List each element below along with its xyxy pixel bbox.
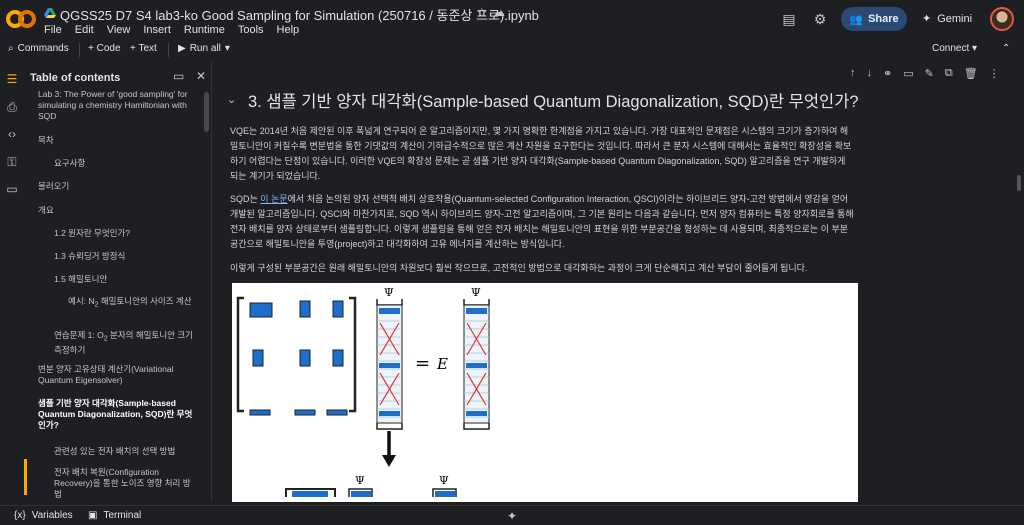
menu-edit[interactable]: Edit [75,24,94,36]
toolbar-divider [79,43,80,57]
menu-insert[interactable]: Insert [143,24,171,36]
toc-item[interactable]: 목차 [38,135,54,146]
toc-item-active[interactable]: 샘플 기반 양자 대각화(Sample-based Quantum Diagon… [38,398,194,431]
toc-item[interactable]: 불러오기 [38,181,69,192]
open-tab-icon[interactable]: ▭ [173,69,184,83]
comment-icon[interactable]: ▤ [780,10,798,28]
toc-scrollbar[interactable] [204,92,209,132]
mirror-icon[interactable]: ⧉ [945,67,953,80]
paragraph: SQD는 이 논문에서 처음 논의된 양자 선택적 배치 상호작용(Quantu… [230,194,854,249]
edit-icon[interactable]: ✎ [925,67,934,80]
energy-label: E [436,355,448,373]
toc-item[interactable]: 요구사항 [54,158,85,169]
side-rail: ☰ ⎙ ‹› ⚿ ▭ [0,62,24,502]
gear-icon[interactable]: ⚙ [811,10,829,28]
notebook-toolbar: ⌕ Commands + Code + Text ▶ Run all ▾ Con… [0,40,1024,60]
code-snippets-icon[interactable]: ‹› [5,127,19,141]
arrow-up-icon[interactable]: ↑ [850,67,856,80]
colab-logo[interactable] [6,7,36,31]
chevron-down-icon: ▾ [224,43,230,54]
folder-icon[interactable]: ▭ [5,182,19,196]
key-icon[interactable]: ⚿ [5,155,19,169]
share-button[interactable]: 👥 Share [841,7,907,31]
play-icon: ▶ [178,43,186,54]
toc-title: Table of contents [30,72,121,84]
braces-icon: {x} [14,510,26,521]
toc-item[interactable]: Lab 3: The Power of 'good sampling' for … [38,89,198,122]
add-code-button[interactable]: + Code [88,43,121,54]
paragraph: 이렇게 구성된 부분공간은 원래 해밀토니안의 차원보다 훨씬 작으므로, 고전… [230,263,808,273]
connect-button[interactable]: Connect ▾ [932,43,977,54]
toc-item[interactable]: 개요 [38,205,54,216]
close-icon[interactable]: ✕ [196,69,206,83]
terminal-button[interactable]: ▣ Terminal [88,510,141,521]
sqd-figure: Ψ = E Ψ Ψ Ψ [232,283,858,502]
toc-item[interactable]: 1.3 슈뢰딩거 방정식 [54,251,125,262]
toc-active-indicator [24,459,27,495]
section-heading: 3. 샘플 기반 양자 대각화(Sample-based Quantum Dia… [248,93,859,111]
toc-item[interactable]: 관련성 있는 전자 배치의 선택 방법 [54,446,175,457]
toc-item[interactable]: 연습문제 1: O2 분자의 해밀토니안 크기 측정하기 [54,330,194,356]
menu-view[interactable]: View [107,24,131,36]
toc-icon[interactable]: ☰ [5,72,19,86]
psi-label: Ψ [384,286,394,299]
commands-button[interactable]: ⌕ Commands [8,43,69,54]
run-all-button[interactable]: ▶ Run all ▾ [178,43,230,54]
toc-item[interactable]: 전자 배치 복원(Configuration Recovery)을 통한 노이즈… [54,467,194,500]
toc-item[interactable]: 1.5 해밀토니안 [54,274,107,285]
variables-button[interactable]: {x} Variables [14,510,73,521]
sparkle-icon[interactable]: ✦ [507,509,517,523]
star-icon[interactable]: ☆ [476,5,488,21]
psi-label: Ψ [355,474,365,487]
gemini-button[interactable]: ✦ Gemini [922,12,972,26]
app-header: QGSS25 D7 S4 lab3-ko Good Sampling for S… [0,0,1024,40]
chevron-up-icon[interactable]: ⌃ [1002,43,1010,54]
chevron-down-icon[interactable]: ⌄ [227,93,236,106]
notebook-main: ↑ ↓ ⚭ ▭ ✎ ⧉ 🗑 ⋮ ⌄ 3. 샘플 기반 양자 대각화(Sample… [212,62,1024,502]
toc-item[interactable]: 변분 양자 고유상태 계산기(Variational Quantum Eigen… [38,364,198,386]
psi-label: Ψ [439,474,449,487]
link-icon[interactable]: ⚭ [883,67,892,80]
avatar[interactable] [990,7,1014,31]
people-icon: 👥 [849,13,864,26]
psi-label: Ψ [471,286,481,299]
cloud-icon[interactable]: ☁ [493,5,505,19]
menu-tools[interactable]: Tools [238,24,264,36]
chevron-down-icon: ▾ [972,43,978,54]
menu-help[interactable]: Help [277,24,300,36]
toc-item[interactable]: 1.2 원자란 무엇인가? [54,228,130,239]
notebook-title[interactable]: QGSS25 D7 S4 lab3-ko Good Sampling for S… [60,5,539,24]
menu-runtime[interactable]: Runtime [184,24,225,36]
main-scrollbar[interactable] [1017,175,1021,191]
comment-icon[interactable]: ▭ [903,67,913,80]
search-icon: ⌕ [8,43,14,54]
sparkle-icon: ✦ [922,13,932,25]
delete-icon[interactable]: 🗑 [964,67,978,80]
paragraph: VQE는 2014년 처음 제안된 이후 폭넓게 연구되어 온 알고리즘이지만,… [230,126,852,181]
terminal-icon: ▣ [88,510,98,521]
sqd-diagram: Ψ = E Ψ Ψ Ψ [236,286,490,497]
equals-label: = [415,353,430,374]
more-icon[interactable]: ⋮ [989,67,1000,80]
cell-toolbar: ↑ ↓ ⚭ ▭ ✎ ⧉ 🗑 ⋮ [850,67,1000,80]
menu-file[interactable]: File [44,24,62,36]
table-of-contents: Table of contents ▭ ✕ Lab 3: The Power o… [24,62,212,502]
arrow-down-icon[interactable]: ↓ [867,67,873,80]
toc-item[interactable]: 예시: N2 해밀토니안의 사이즈 계산 [68,296,198,311]
status-footer: {x} Variables ▣ Terminal ✦ [0,505,1024,525]
find-icon[interactable]: ⎙ [5,100,19,114]
toolbar-divider [168,43,169,57]
add-text-button[interactable]: + Text [130,43,157,54]
menu-bar: File Edit View Insert Runtime Tools Help [44,24,299,36]
paper-link[interactable]: 이 논문 [260,194,287,204]
drive-icon[interactable] [44,7,56,19]
